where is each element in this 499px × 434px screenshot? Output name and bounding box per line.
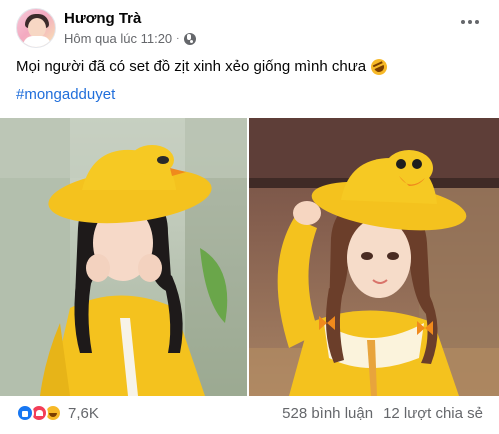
- post-timestamp[interactable]: Hôm qua lúc 11:20: [64, 31, 172, 46]
- post-caption: Mọi người đã có set đồ zịt xinh xẻo giốn…: [16, 55, 390, 78]
- comment-count[interactable]: 528 bình luận: [282, 405, 373, 422]
- photo-game-character[interactable]: [249, 118, 499, 396]
- avatar-face: [28, 18, 46, 38]
- photo-real-illustration: [0, 118, 247, 396]
- post-photos[interactable]: [0, 118, 499, 396]
- more-dot-icon: [468, 20, 472, 24]
- hashtag-link[interactable]: #mongadduyet: [16, 86, 115, 103]
- more-dot-icon: [475, 20, 479, 24]
- post-meta: Hôm qua lúc 11:20 ·: [64, 31, 196, 46]
- photo-game-illustration: [249, 118, 499, 396]
- meta-separator: ·: [176, 33, 180, 44]
- author-name[interactable]: Hương Trà: [64, 10, 141, 27]
- caption-text: Mọi người đã có set đồ zịt xinh xẻo giốn…: [16, 58, 367, 75]
- reaction-count[interactable]: 7,6K: [68, 405, 99, 422]
- more-options-button[interactable]: [455, 10, 485, 34]
- author-avatar[interactable]: [16, 8, 56, 48]
- more-dot-icon: [461, 20, 465, 24]
- share-count[interactable]: 12 lượt chia sẻ: [383, 405, 483, 422]
- like-icon: [16, 404, 34, 422]
- avatar-body: [23, 36, 51, 47]
- globe-icon[interactable]: [183, 32, 196, 45]
- facebook-post: Hương Trà Hôm qua lúc 11:20 · Mọi người …: [0, 0, 499, 434]
- photo-real-cosplay[interactable]: [0, 118, 247, 396]
- rofl-icon: [368, 55, 390, 78]
- reaction-summary[interactable]: 7,6K: [16, 404, 99, 422]
- post-stats: 528 bình luận 12 lượt chia sẻ: [282, 405, 483, 422]
